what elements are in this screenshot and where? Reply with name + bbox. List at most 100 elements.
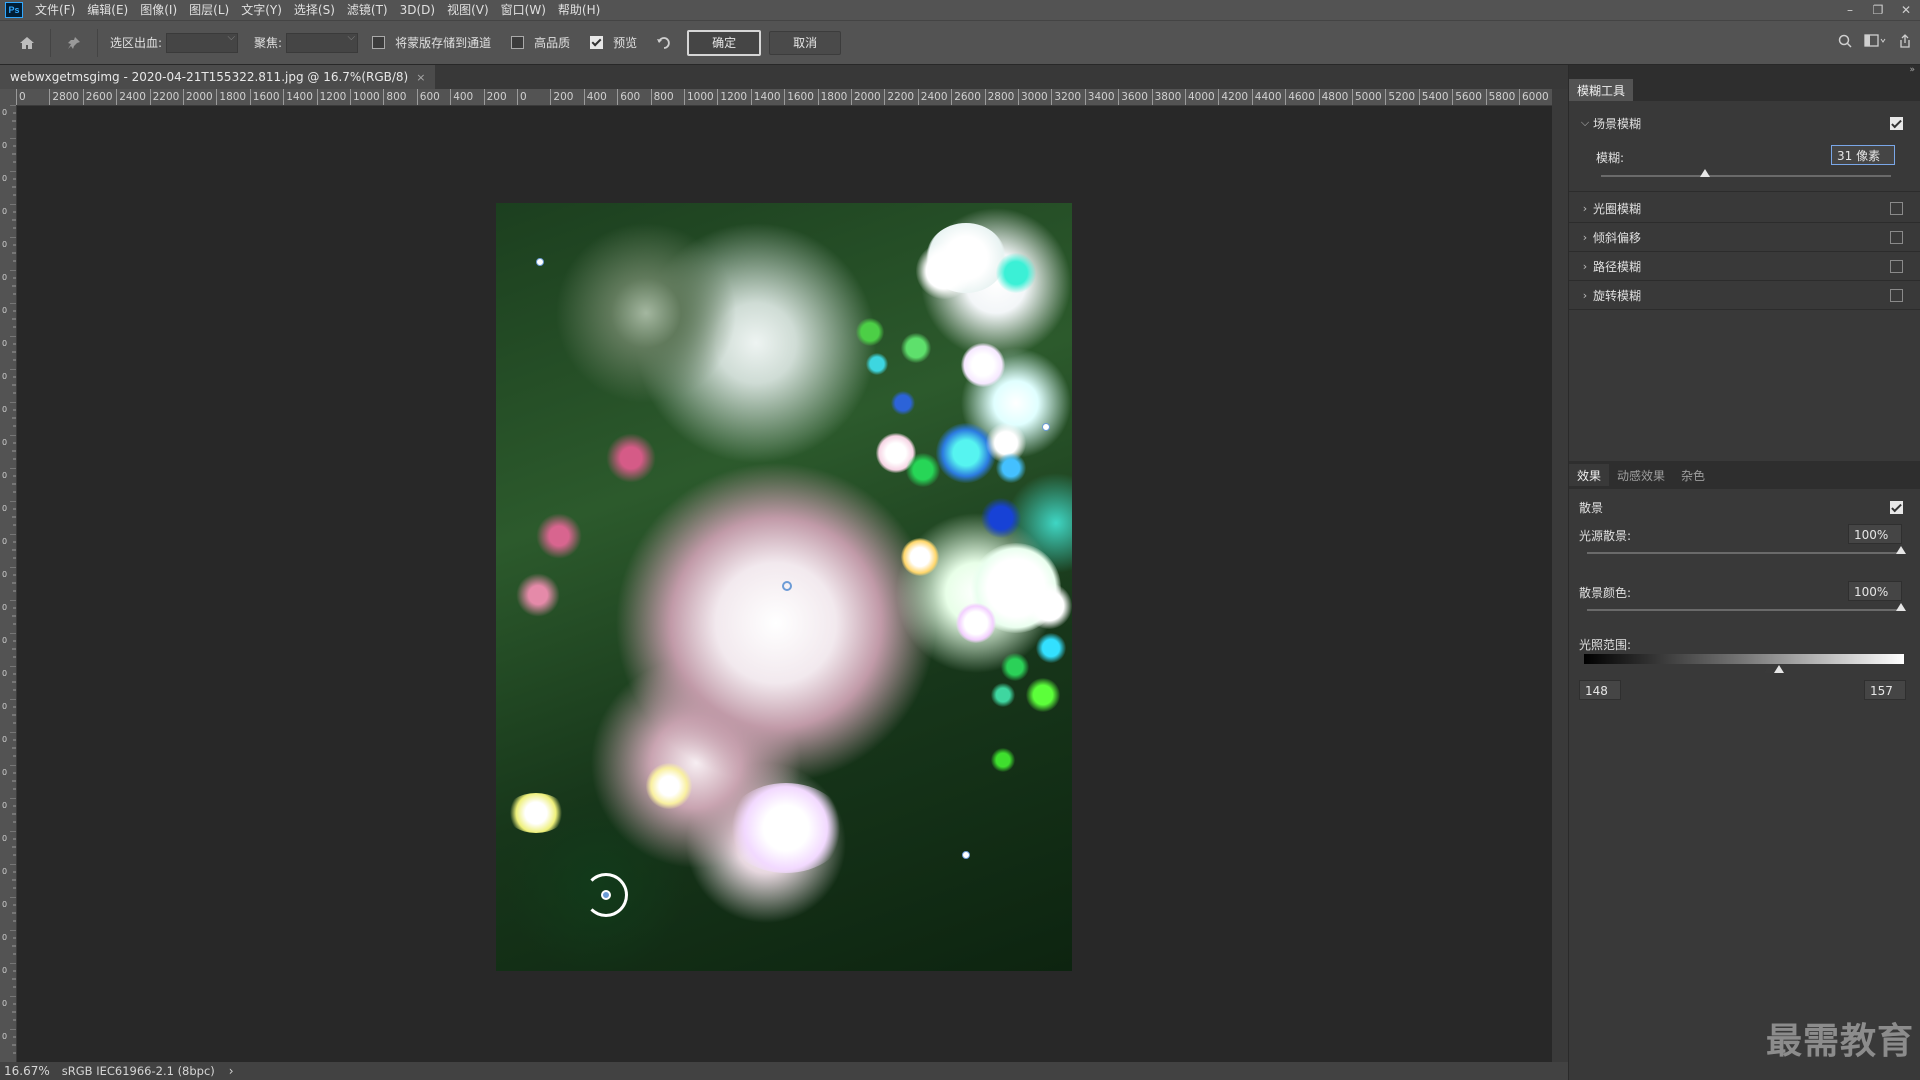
light-bokeh-slider[interactable]	[1587, 552, 1903, 554]
preview-checkbox[interactable]	[590, 36, 604, 49]
home-icon[interactable]	[12, 28, 42, 58]
bokeh-color-slider[interactable]	[1587, 609, 1903, 611]
preview-label: 预览	[613, 36, 638, 50]
selection-bleed-field[interactable]	[166, 32, 239, 53]
search-icon[interactable]	[1838, 34, 1852, 52]
high-quality-label: 高品质	[534, 36, 571, 50]
document-tab[interactable]: webwxgetmsgimg - 2020-04-21T155322.811.j…	[0, 65, 436, 89]
chevron-right-icon[interactable]: ›	[1577, 260, 1593, 273]
path-blur-checkbox[interactable]	[1890, 259, 1903, 273]
ruler-tick-label: 2600	[951, 89, 981, 105]
ruler-tick-label: 1600	[249, 89, 280, 105]
ruler-tick-label: 1800	[216, 89, 246, 105]
bokeh-highlight	[536, 513, 582, 559]
blur-item-label: 路径模糊	[1593, 259, 1642, 274]
light-bokeh-input[interactable]: 100%	[1848, 524, 1902, 544]
pin-tool-icon[interactable]	[59, 28, 89, 58]
divider	[1569, 251, 1920, 252]
light-bokeh-label: 光源散景:	[1579, 528, 1632, 543]
light-range-high-input[interactable]: 157	[1864, 680, 1906, 700]
close-window-button[interactable]: ✕	[1892, 0, 1920, 20]
vertical-scrollbar[interactable]	[1552, 89, 1568, 1062]
horizontal-ruler[interactable]: 0 2800 2600 2400 2200 2000 1800 1600 1400 1200 100…	[16, 89, 1552, 106]
iris-blur-checkbox[interactable]	[1890, 201, 1903, 215]
blur-item-path-blur[interactable]: › 路径模糊	[1569, 253, 1920, 279]
zoom-level[interactable]: 16.67%	[4, 1064, 50, 1078]
bokeh-color-slider-thumb[interactable]	[1896, 603, 1906, 611]
spin-blur-checkbox[interactable]	[1890, 288, 1903, 302]
field-blur-checkbox[interactable]	[1890, 116, 1903, 130]
close-tab-icon[interactable]: ×	[416, 71, 425, 84]
light-range-low-thumb[interactable]	[1764, 665, 1774, 673]
focus-field[interactable]	[286, 32, 359, 53]
photo-canvas[interactable]	[496, 203, 1072, 971]
save-mask-checkbox[interactable]	[372, 36, 386, 49]
divider	[1569, 222, 1920, 223]
menu-select[interactable]: 选择(S)	[288, 0, 341, 20]
menu-edit[interactable]: 编辑(E)	[81, 0, 134, 20]
menu-window[interactable]: 窗口(W)	[495, 0, 552, 20]
vertical-ruler-ticks: 0	[0, 105, 16, 1062]
menu-view[interactable]: 视图(V)	[441, 0, 495, 20]
chevron-right-icon[interactable]: ›	[1577, 289, 1593, 302]
light-range-high-thumb[interactable]	[1774, 665, 1784, 673]
chevron-down-icon[interactable]: ⌵	[1577, 116, 1593, 130]
high-quality-checkbox[interactable]	[511, 36, 525, 49]
bokeh-highlight	[856, 318, 884, 346]
bokeh-color-input[interactable]: 100%	[1848, 581, 1902, 601]
tab-blur-tools[interactable]: 模糊工具	[1569, 79, 1634, 101]
bokeh-checkbox[interactable]	[1890, 500, 1903, 514]
share-icon[interactable]	[1898, 34, 1912, 52]
effects-tab-row: 效果 动感效果 杂色	[1569, 461, 1920, 489]
ruler-tick-label: 2400	[116, 89, 146, 105]
active-blur-pin[interactable]	[601, 890, 611, 900]
ruler-tick-label: 1200	[717, 89, 747, 105]
blur-amount-slider[interactable]	[1601, 175, 1891, 177]
ok-button[interactable]: 确定	[687, 29, 762, 56]
vertical-ruler[interactable]: 0	[0, 105, 17, 1062]
light-bokeh-slider-thumb[interactable]	[1896, 546, 1906, 554]
menu-layer[interactable]: 图层(L)	[183, 0, 235, 20]
blur-item-iris-blur[interactable]: › 光圈模糊	[1569, 195, 1920, 221]
panel-collapse-icon[interactable]: »	[1569, 65, 1920, 77]
blur-pin[interactable]	[962, 851, 970, 859]
tab-motion-effects[interactable]: 动感效果	[1609, 464, 1673, 486]
reset-icon[interactable]	[649, 28, 679, 58]
menu-type[interactable]: 文字(Y)	[235, 0, 288, 20]
menu-image[interactable]: 图像(I)	[134, 0, 183, 20]
blur-pin[interactable]	[1042, 423, 1050, 431]
ruler-tick-label: 2200	[884, 89, 914, 105]
blur-item-field-blur[interactable]: ⌵ 场景模糊	[1569, 109, 1920, 137]
menu-filter[interactable]: 滤镜(T)	[341, 0, 394, 20]
tab-effects[interactable]: 效果	[1569, 464, 1610, 486]
status-bar: 16.67% sRGB IEC61966-2.1 (8bpc) ›	[0, 1062, 1568, 1080]
bokeh-highlight	[1026, 583, 1072, 629]
menu-file[interactable]: 文件(F)	[29, 0, 81, 20]
menu-3d[interactable]: 3D(D)	[394, 0, 441, 20]
status-expand-icon[interactable]: ›	[229, 1064, 234, 1078]
restore-button[interactable]: ❐	[1864, 0, 1892, 20]
blur-pin[interactable]	[782, 581, 792, 591]
light-range-low-input[interactable]: 148	[1579, 680, 1621, 700]
tilt-shift-checkbox[interactable]	[1890, 230, 1903, 244]
workspace-icon[interactable]	[1864, 34, 1886, 52]
chevron-right-icon[interactable]: ›	[1577, 231, 1593, 244]
blur-pin[interactable]	[536, 258, 544, 266]
menu-help[interactable]: 帮助(H)	[552, 0, 606, 20]
blur-item-tilt-shift[interactable]: › 倾斜偏移	[1569, 224, 1920, 250]
ruler-tick-label: 800	[383, 89, 406, 105]
ruler-tick-label: 1000	[684, 89, 714, 105]
bokeh-color-label: 散景颜色:	[1579, 585, 1632, 600]
light-range-gradient[interactable]	[1584, 654, 1904, 664]
tab-noise[interactable]: 杂色	[1673, 464, 1713, 486]
chevron-right-icon[interactable]: ›	[1577, 202, 1593, 215]
blur-item-spin-blur[interactable]: › 旋转模糊	[1569, 282, 1920, 308]
document-tab-title: webwxgetmsgimg - 2020-04-21T155322.811.j…	[10, 70, 409, 84]
cancel-button[interactable]: 取消	[769, 30, 842, 55]
ruler-tick-label: 600	[617, 89, 640, 105]
ruler-tick-label: 800	[650, 89, 674, 105]
blur-amount-slider-thumb[interactable]	[1700, 169, 1710, 177]
minimize-button[interactable]: –	[1836, 0, 1864, 20]
blur-amount-input[interactable]: 31 像素	[1831, 145, 1895, 165]
options-bar: 选区出血: 聚焦: 将蒙版存储到通道 高品质 预览 确定 取消	[0, 20, 1920, 64]
